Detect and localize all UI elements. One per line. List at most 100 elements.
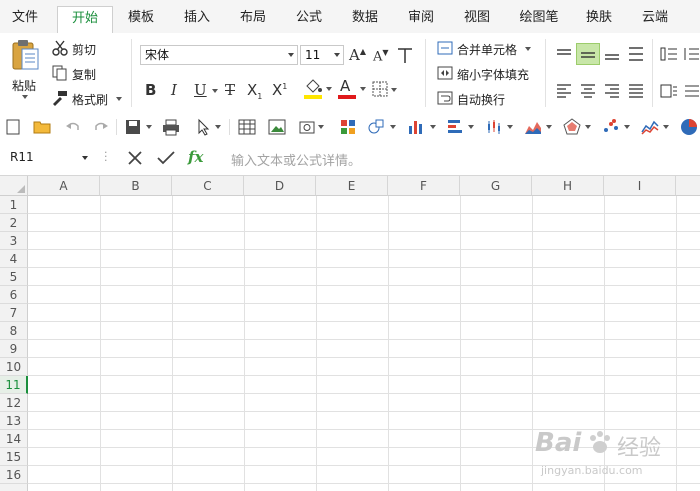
column-header[interactable]: H: [532, 176, 604, 196]
confirm-icon[interactable]: [157, 150, 175, 166]
scatter-chart-icon[interactable]: [602, 118, 620, 136]
chevron-down-icon[interactable]: [624, 125, 630, 129]
column-header[interactable]: I: [604, 176, 676, 196]
bar-chart-icon[interactable]: [407, 118, 425, 136]
row-header[interactable]: 16: [0, 466, 28, 484]
row-header[interactable]: 4: [0, 250, 28, 268]
underline-icon[interactable]: U: [194, 81, 207, 99]
tab-layout[interactable]: 布局: [228, 6, 278, 33]
align-bottom-icon[interactable]: [603, 46, 621, 62]
wrap-text-button[interactable]: 自动换行: [437, 90, 537, 108]
row-header[interactable]: 14: [0, 430, 28, 448]
undo-icon[interactable]: [64, 118, 82, 136]
tab-cloud[interactable]: 云端: [630, 6, 680, 33]
fill-color-button[interactable]: [304, 79, 334, 101]
tab-view[interactable]: 视图: [452, 6, 502, 33]
row-header[interactable]: 3: [0, 232, 28, 250]
row-header[interactable]: 1: [0, 196, 28, 214]
chevron-down-icon[interactable]: [146, 125, 152, 129]
tab-home[interactable]: 开始: [57, 6, 113, 34]
paste-button[interactable]: 粘贴: [6, 37, 44, 99]
stock-chart-icon[interactable]: [485, 118, 503, 136]
align-middle-highlight[interactable]: [576, 43, 600, 65]
table-icon[interactable]: [238, 118, 256, 136]
shapes-grid-icon[interactable]: [339, 118, 357, 136]
row-header-active[interactable]: 11: [0, 376, 28, 394]
tab-formula[interactable]: 公式: [284, 6, 334, 33]
align-justify-top-icon[interactable]: [627, 46, 645, 62]
pointer-icon[interactable]: [195, 118, 213, 136]
clear-format-icon[interactable]: [396, 47, 414, 65]
radar-chart-icon[interactable]: [563, 118, 581, 136]
cancel-icon[interactable]: [127, 150, 143, 166]
column-header[interactable]: C: [172, 176, 244, 196]
distributed-icon[interactable]: [683, 83, 700, 99]
insert-function-button[interactable]: fx: [188, 148, 203, 166]
align-left-icon[interactable]: [555, 83, 573, 99]
column-header-partial[interactable]: [676, 176, 700, 196]
chevron-down-icon[interactable]: [215, 125, 221, 129]
align-right-icon[interactable]: [603, 83, 621, 99]
column-header[interactable]: B: [100, 176, 172, 196]
shapes-icon[interactable]: [367, 118, 385, 136]
row-header-partial[interactable]: [0, 484, 28, 491]
chevron-down-icon[interactable]: [318, 125, 324, 129]
redo-icon[interactable]: [92, 118, 110, 136]
border-button[interactable]: [372, 81, 398, 99]
row-header[interactable]: 5: [0, 268, 28, 286]
column-header[interactable]: E: [316, 176, 388, 196]
chevron-down-icon[interactable]: [212, 89, 218, 93]
tab-file[interactable]: 文件: [0, 6, 50, 33]
align-justify-icon[interactable]: [627, 83, 645, 99]
folder-icon[interactable]: [33, 118, 51, 136]
align-top-icon[interactable]: [555, 46, 573, 62]
chevron-down-icon[interactable]: [663, 125, 669, 129]
font-color-button[interactable]: A: [338, 77, 368, 101]
merge-cells-button[interactable]: 合并单元格: [437, 40, 537, 58]
row-header[interactable]: 15: [0, 448, 28, 466]
new-file-icon[interactable]: [5, 118, 23, 136]
save-icon[interactable]: [124, 118, 142, 136]
orientation-icon[interactable]: [660, 83, 678, 99]
formula-input[interactable]: 输入文本或公式详情。: [222, 146, 692, 170]
row-header[interactable]: 7: [0, 304, 28, 322]
row-header[interactable]: 6: [0, 286, 28, 304]
print-icon[interactable]: [162, 118, 180, 136]
column-header[interactable]: F: [388, 176, 460, 196]
name-box[interactable]: R11: [8, 148, 96, 168]
increase-font-icon[interactable]: A▲: [349, 46, 366, 64]
row-header[interactable]: 13: [0, 412, 28, 430]
tab-skin[interactable]: 换肤: [574, 6, 624, 33]
screenshot-icon[interactable]: [298, 118, 316, 136]
cut-button[interactable]: 剪切: [52, 40, 112, 58]
drag-handle[interactable]: · · ·: [104, 147, 108, 166]
column-header[interactable]: D: [244, 176, 316, 196]
bold-icon[interactable]: B: [145, 81, 156, 99]
select-all-corner[interactable]: [0, 176, 28, 196]
format-painter-button[interactable]: 格式刷: [52, 90, 124, 108]
column-header[interactable]: A: [28, 176, 100, 196]
pie-chart-icon[interactable]: [680, 118, 698, 136]
row-header[interactable]: 10: [0, 358, 28, 376]
tab-template[interactable]: 模板: [116, 6, 166, 33]
font-name-select[interactable]: 宋体: [140, 45, 298, 65]
line-chart-icon[interactable]: [641, 118, 659, 136]
font-size-select[interactable]: 11: [300, 45, 344, 65]
chevron-down-icon[interactable]: [507, 125, 513, 129]
indent-icon[interactable]: [660, 46, 678, 62]
superscript-icon[interactable]: X1: [272, 81, 287, 99]
row-header[interactable]: 9: [0, 340, 28, 358]
chevron-down-icon[interactable]: [585, 125, 591, 129]
row-header[interactable]: 2: [0, 214, 28, 232]
chevron-down-icon[interactable]: [468, 125, 474, 129]
text-direction-icon[interactable]: [683, 46, 700, 62]
tab-data[interactable]: 数据: [340, 6, 390, 33]
chevron-down-icon[interactable]: [430, 125, 436, 129]
shrink-to-fit-button[interactable]: 缩小字体填充: [437, 65, 537, 83]
align-center-icon[interactable]: [579, 83, 597, 99]
column-header[interactable]: G: [460, 176, 532, 196]
tab-review[interactable]: 审阅: [396, 6, 446, 33]
subscript-icon[interactable]: X1: [247, 81, 262, 101]
decrease-font-icon[interactable]: A▼: [373, 48, 389, 64]
chevron-down-icon[interactable]: [546, 125, 552, 129]
